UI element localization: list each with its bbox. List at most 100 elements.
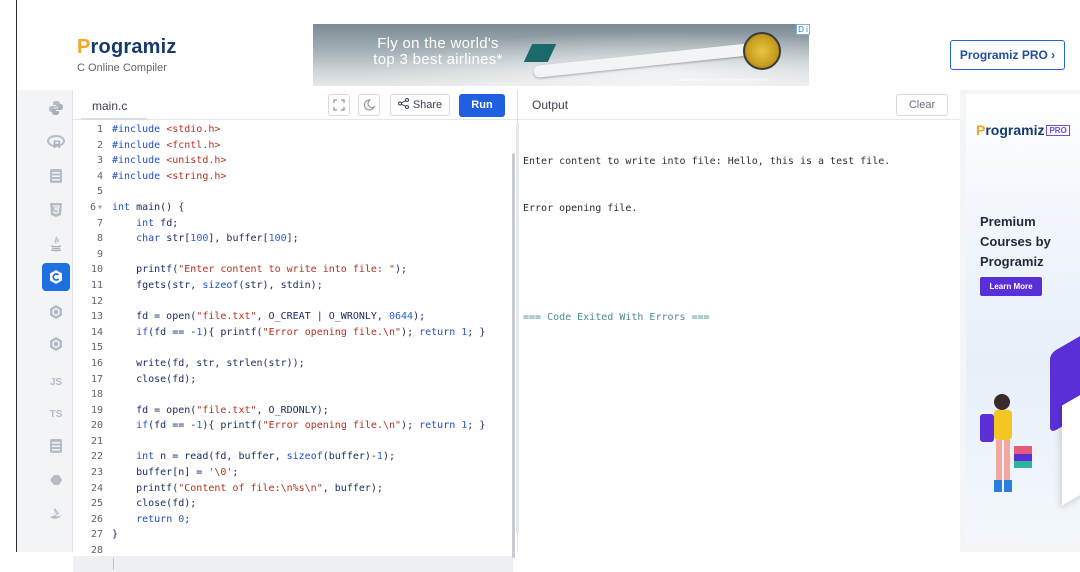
student-illustration [980,394,1032,492]
line-number: 14 [90,326,103,338]
python-icon[interactable] [42,94,70,122]
swift-icon[interactable] [42,500,70,528]
code-line: int n = read(fd, buffer, sizeof(buffer)-… [136,451,395,463]
ad-fine-print: Awarded World's Top 3 Best Airline at Sk… [678,77,769,82]
code-line: int main() { [112,201,185,213]
output-scrollbar[interactable] [516,123,519,533]
clear-button[interactable]: Clear [896,94,948,116]
exit-status-line: === Code Exited With Errors === [523,312,710,324]
line-number: 11 [90,279,103,291]
line-number: 17 [90,373,103,385]
code-line: write(fd, str, strlen(str)); [112,357,305,369]
header: Programiz C Online Compiler Fly on the w… [17,0,1080,90]
ts-label: TS [49,408,63,420]
code-line: #include <fcntl.h> [112,139,221,151]
fullscreen-icon[interactable] [328,94,350,116]
r-icon[interactable]: R [42,128,70,156]
code-editor-panel: main.c Share Run 1 2 3 4 5 6▾ 7 8 9 10 1… [73,90,517,572]
code-area[interactable]: 1 2 3 4 5 6▾ 7 8 9 10 11 12 13 14 15 16 … [73,120,517,572]
csharp-icon[interactable] [42,330,70,358]
learn-more-button[interactable]: Learn More [980,277,1042,296]
code-line: fgets(str, sizeof(str), stdin); [112,279,323,291]
code-line: #include <string.h> [112,170,227,182]
code-line: close(fd); [112,498,197,510]
line-number: 8 [96,233,103,245]
share-label: Share [412,99,443,111]
ad-line-2: top 3 best airlines* [373,51,503,68]
sidebar-ad[interactable]: Programiz PRO Premium Courses by Programi… [960,90,1080,552]
line-number: 15 [90,342,103,354]
line-number: 27 [90,529,103,541]
line-number: 13 [90,311,103,323]
ad-choices-icon[interactable]: D i [796,24,810,35]
line-number: 22 [90,451,103,463]
code-line: fd = open("file.txt", O_CREAT | O_WRONLY… [112,311,426,323]
line-number: 24 [90,482,103,494]
award-seal-icon [743,32,781,70]
line-number: 20 [90,420,103,432]
ts-icon[interactable]: TS [42,400,70,428]
airline-ad-banner[interactable]: Fly on the world's top 3 best airlines* … [313,24,809,86]
php-icon[interactable] [42,466,70,494]
ad-headline: Premium Courses by Programiz [980,214,1051,269]
programiz-logo[interactable]: Programiz C Online Compiler [77,36,177,74]
golang-icon[interactable] [42,432,70,460]
dark-mode-icon[interactable] [358,94,380,116]
programiz-pro-button[interactable]: Programiz PRO › [950,40,1065,70]
code-line: if(fd == -1){ printf("Error opening file… [136,420,486,432]
line-number: 1 [96,124,103,135]
js-icon[interactable]: JS [42,368,70,396]
cpp-icon[interactable] [42,298,70,326]
source-code: #include <stdio.h> #include <fcntl.h> #inc… [112,122,485,559]
sql-icon[interactable] [42,162,70,190]
share-button[interactable]: Share [390,94,450,116]
line-number: 4 [96,170,103,182]
pro-badge: PRO [1046,125,1070,136]
line-number: 16 [90,357,103,369]
line-number: 10 [90,264,103,276]
ad-brand-rest: rogramiz [985,122,1045,138]
ad-line-1: Fly on the world's [377,35,499,52]
ad-programiz-logo: Programiz PRO [976,122,1070,138]
editor-toolbar: main.c Share Run [73,90,517,120]
line-number: 2 [96,139,103,151]
code-line: int fd; [136,217,179,229]
line-number: 19 [90,404,103,416]
ad-headline: Fly on the world's top 3 best airlines* [343,36,533,68]
editor-scrollbar[interactable] [512,153,515,558]
c-icon[interactable] [42,263,70,291]
line-number: 12 [90,295,103,307]
line-number: 28 [90,545,103,557]
code-line: close(fd); [112,373,197,385]
js-label: JS [49,376,63,388]
line-number: 23 [90,467,103,479]
line-number: 7 [96,217,103,229]
line-number: 6▾ [73,200,103,216]
output-line: Enter content to write into file: Hello,… [523,156,891,168]
run-button[interactable]: Run [459,94,505,117]
brand-rest: rogramiz [90,36,177,58]
text-caret [113,558,114,570]
html-icon[interactable] [42,196,70,224]
code-line: buffer[n] = '\0'; [112,467,239,479]
pro-ad-card: Programiz PRO Premium Courses by Programi… [966,94,1080,544]
file-tab-main-c[interactable]: main.c [81,91,147,120]
java-icon[interactable] [42,230,70,258]
console-output[interactable]: Enter content to write into file: Hello,… [523,123,890,357]
language-sidebar: R JS TS [17,90,73,552]
code-line: return 0; [136,513,191,525]
line-number: 21 [90,435,103,447]
line-number: 25 [90,498,103,510]
brand-name: Programiz [77,36,177,59]
fold-arrow-icon[interactable]: ▾ [97,202,103,213]
output-line: Error opening file. [523,202,638,214]
output-title: Output [532,98,569,112]
page-subtitle: C Online Compiler [77,62,167,74]
code-line: char str[100], buffer[100]; [136,233,299,245]
